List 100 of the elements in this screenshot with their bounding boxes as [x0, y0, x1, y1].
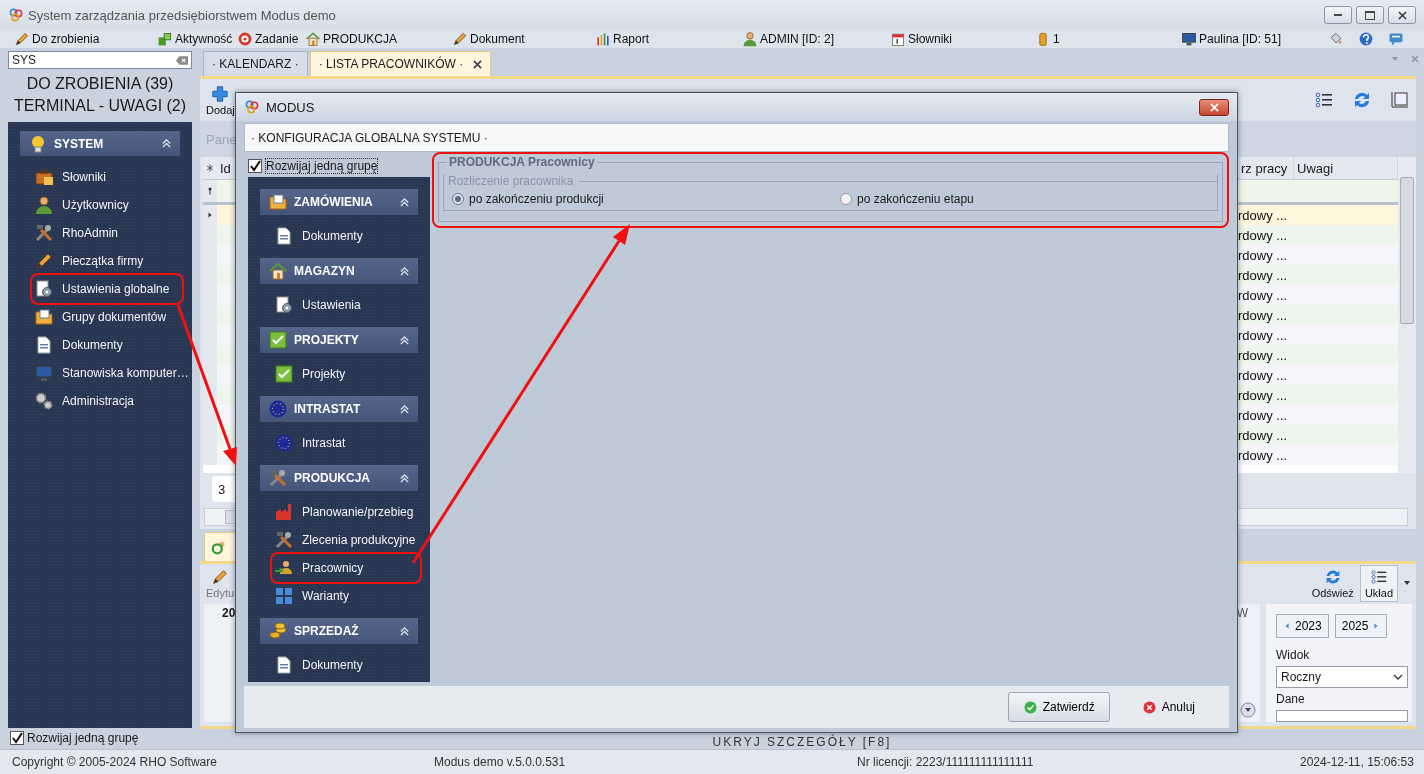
radio-indicator[interactable]: [840, 193, 852, 205]
menu-item[interactable]: Aktywność: [157, 31, 233, 47]
navigation-item[interactable]: Pieczątka firmy: [32, 247, 182, 275]
navigation-item[interactable]: Planowanie/przebieg: [272, 498, 420, 526]
hide-details-link[interactable]: UKRYJ SZCZEGÓŁY [F8]: [712, 735, 892, 749]
paint-bucket-icon[interactable]: [1328, 31, 1344, 47]
counter-link[interactable]: DO ZROBIENIA (39): [0, 75, 200, 93]
navigation-item[interactable]: Dokumenty: [272, 651, 420, 679]
help-icon[interactable]: [1358, 31, 1374, 47]
search-field[interactable]: SYS: [8, 51, 192, 69]
refresh-button[interactable]: Odśwież: [1309, 567, 1356, 599]
cancel-button[interactable]: Anuluj: [1131, 692, 1205, 722]
expand-one-group-checkbox[interactable]: Rozwijaj jedną grupę: [10, 731, 192, 745]
close-icon: [1209, 102, 1219, 112]
tab[interactable]: [204, 532, 236, 561]
navigation-item[interactable]: Słowniki: [32, 163, 182, 191]
group-header[interactable]: PRODUKCJA: [260, 465, 418, 491]
close-icon[interactable]: [473, 59, 483, 69]
navigation-item[interactable]: Grupy dokumentów: [32, 303, 182, 331]
data-dropdown[interactable]: [1276, 710, 1408, 722]
summary-field: 3: [212, 476, 238, 502]
radio-option[interactable]: po zakończeniu etapu: [840, 192, 1217, 206]
folder-icon: [34, 307, 54, 327]
menu-item[interactable]: Zadanie: [237, 31, 299, 47]
collapse-icon[interactable]: [399, 265, 410, 277]
table-cell-text: rdowy ...: [1238, 247, 1289, 263]
menu-item[interactable]: Do zrobienia: [14, 31, 100, 47]
table-cell-text: rdowy ...: [1238, 327, 1289, 343]
document-icon: [34, 335, 54, 355]
clear-icon[interactable]: [176, 55, 188, 65]
group-header[interactable]: ZAMÓWIENIA: [260, 189, 418, 215]
navigation-item[interactable]: Ustawienia: [272, 291, 420, 319]
navigation-label: Grupy dokumentów: [62, 310, 167, 324]
menu-item[interactable]: PRODUKCJA: [305, 31, 397, 47]
group-title: SYSTEM: [54, 136, 105, 151]
scrollbar[interactable]: [1398, 157, 1416, 473]
frame-icon[interactable]: [1390, 90, 1410, 110]
window-title: System zarządzania przedsiębiorstwem Modus demo: [28, 7, 336, 23]
view-dropdown[interactable]: Roczny: [1276, 666, 1408, 688]
check-icon: [274, 364, 294, 384]
menu-item[interactable]: ADMIN [ID: 2]: [742, 31, 834, 47]
navigation-item[interactable]: Warianty: [272, 582, 420, 610]
group-header[interactable]: INTRASTAT: [260, 396, 418, 422]
chat-icon[interactable]: [1388, 31, 1404, 47]
collapse-icon[interactable]: [399, 472, 410, 484]
next-year-button[interactable]: 2025: [1334, 614, 1388, 638]
navigation-item[interactable]: Intrastat: [272, 429, 420, 457]
navigation-item[interactable]: Pracownicy: [272, 554, 420, 582]
dialog-header: · KONFIGURACJA GLOBALNA SYSTEMU ·: [251, 130, 488, 145]
navigation-item[interactable]: Dokumenty: [272, 222, 420, 250]
group-header[interactable]: SPRZEDAŻ: [260, 618, 418, 644]
collapse-icon[interactable]: [399, 334, 410, 346]
collapse-icon[interactable]: [399, 625, 410, 637]
group-header[interactable]: MAGAZYN: [260, 258, 418, 284]
squares-icon: [157, 31, 173, 47]
navigation-item[interactable]: Dokumenty: [32, 331, 182, 359]
menu-item[interactable]: Dokument: [452, 31, 525, 47]
group-header[interactable]: PROJEKTY: [260, 327, 418, 353]
collapse-icon[interactable]: [399, 403, 410, 415]
group-title: PRODUKCJA Pracownicy: [447, 155, 597, 169]
navigation-label: Intrastat: [302, 436, 346, 450]
tab[interactable]: · LISTA PRACOWNIKÓW ·: [309, 51, 492, 76]
navigation-item[interactable]: Projekty: [272, 360, 420, 388]
house-icon: [305, 31, 321, 47]
document-icon: [274, 226, 294, 246]
menu-item[interactable]: 1: [1035, 31, 1060, 47]
radio-indicator[interactable]: [452, 193, 464, 205]
data-label: Dane: [1276, 692, 1306, 706]
list-icon[interactable]: [1314, 90, 1334, 110]
menu-item[interactable]: Raport: [595, 31, 650, 47]
group-header[interactable]: SYSTEM: [20, 131, 180, 156]
factory-icon: [274, 502, 294, 522]
radio-option[interactable]: po zakończeniu produkcji: [452, 192, 840, 206]
collapse-icon[interactable]: [399, 196, 410, 208]
menu-item[interactable]: Słowniki: [890, 31, 952, 47]
navigation-item[interactable]: RhoAdmin: [32, 219, 182, 247]
group-title: MAGAZYN: [294, 264, 356, 278]
navigation-item[interactable]: Administracja: [32, 387, 182, 415]
edit-button[interactable]: Edytu: [204, 567, 237, 599]
star-circle-icon: [268, 399, 288, 419]
navigation-item[interactable]: Ustawienia globalne: [32, 275, 182, 303]
menu-item[interactable]: Paulina [ID: 51]: [1181, 31, 1282, 47]
close-button[interactable]: [1199, 98, 1229, 116]
previous-year-button[interactable]: 2023: [1276, 614, 1329, 638]
collapse-icon[interactable]: [161, 138, 172, 149]
layout-button[interactable]: Układ: [1359, 564, 1398, 602]
tab[interactable]: · KALENDARZ ·: [203, 51, 308, 76]
navigation-item[interactable]: Użytkownicy: [32, 191, 182, 219]
confirm-button[interactable]: Zatwierdź: [1007, 692, 1110, 722]
maximize-button[interactable]: [1356, 6, 1384, 24]
minimize-button[interactable]: [1324, 6, 1352, 24]
navigation-item[interactable]: Zlecenia produkcyjne: [272, 526, 420, 554]
folder-icon: [268, 192, 288, 212]
scroll-down-icon[interactable]: [1240, 702, 1256, 718]
table-cell-text: rdowy ...: [1238, 447, 1289, 463]
close-button[interactable]: [1388, 6, 1416, 24]
status-text: Copyright © 2005-2024 RHO Software: [12, 755, 217, 769]
refresh-icon[interactable]: [1352, 90, 1372, 110]
counter-link[interactable]: TERMINAL - UWAGI (2): [0, 97, 200, 115]
add-button[interactable]: Dodaj: [204, 84, 237, 116]
